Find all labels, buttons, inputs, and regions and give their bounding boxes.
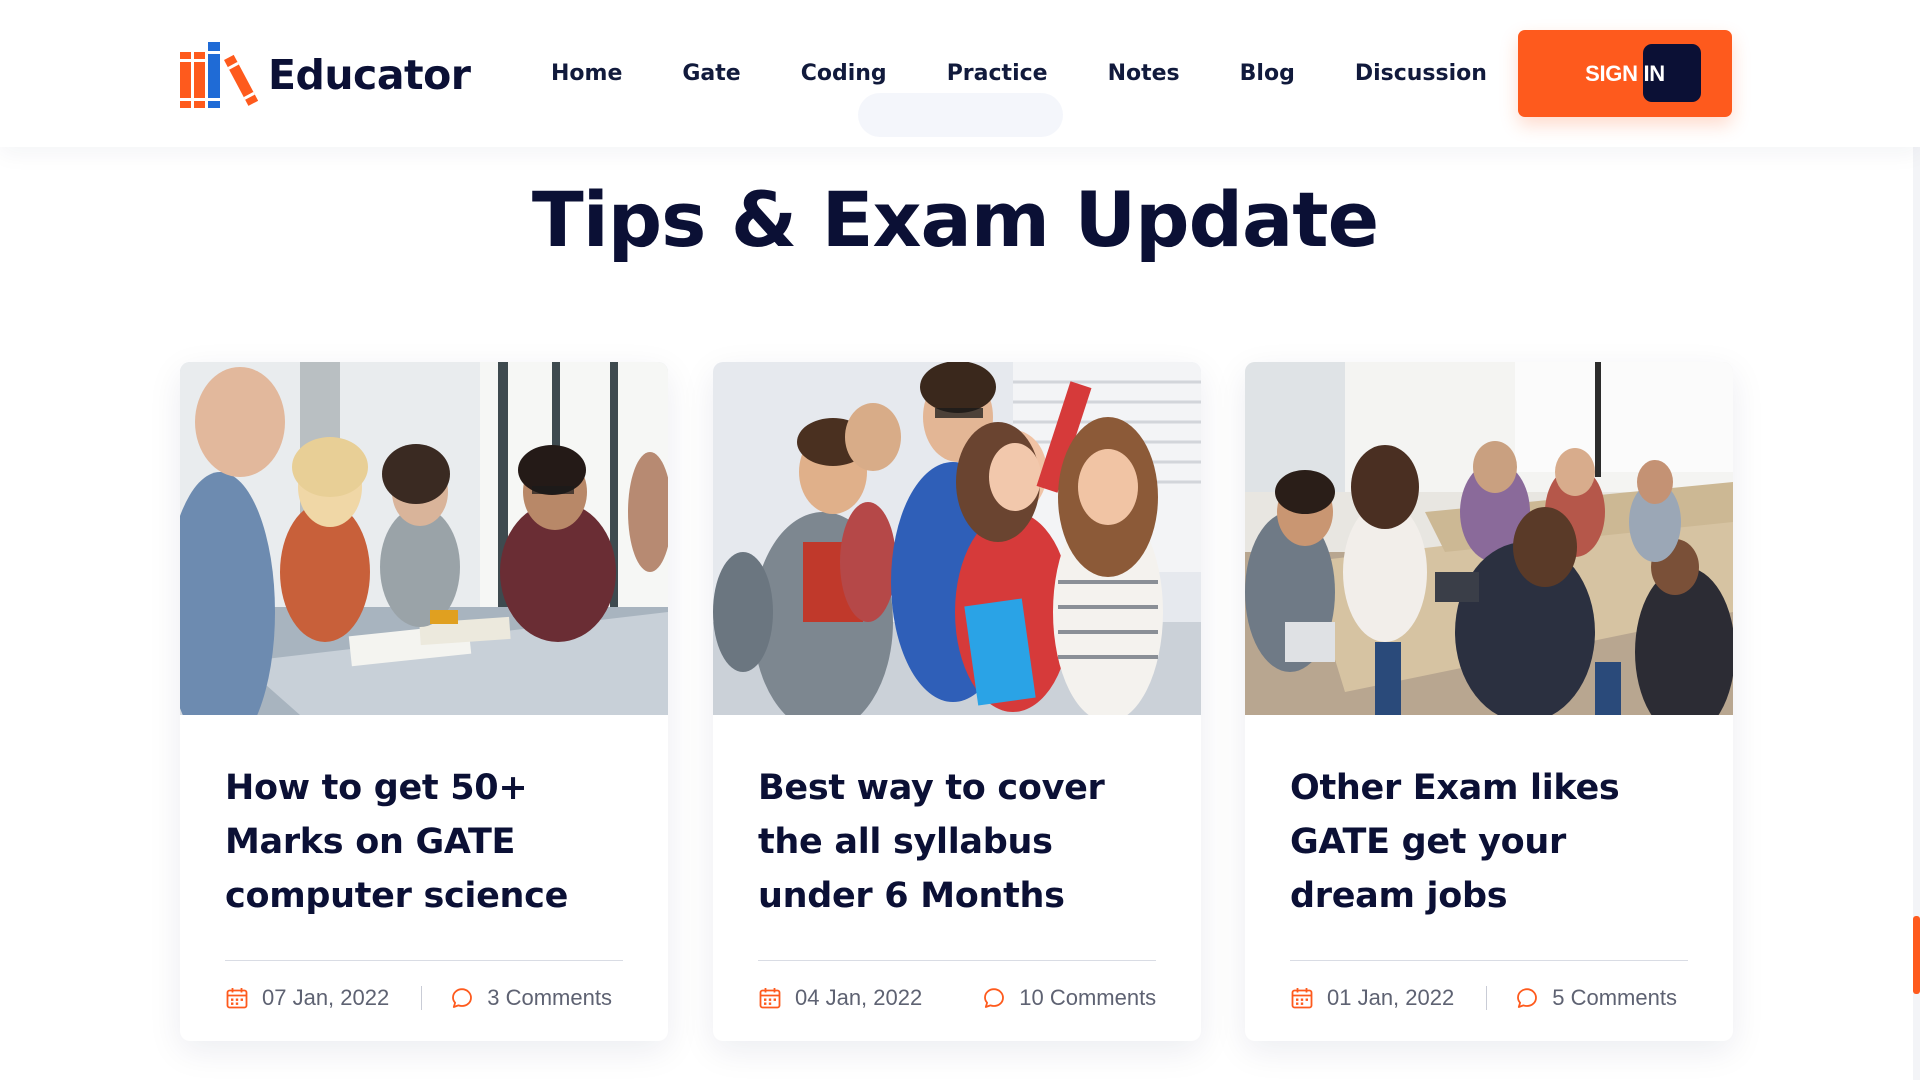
classroom-photo [1245,362,1733,715]
meta-separator [421,986,423,1010]
card-title[interactable]: Best way to cover the all syllabus under… [758,761,1168,923]
comments-link[interactable]: 5 Comments [1515,985,1677,1011]
blog-card[interactable]: Other Exam likes GATE get your dream job… [1245,362,1733,1041]
post-date: 01 Jan, 2022 [1327,985,1455,1010]
nav-coding[interactable]: Coding [801,56,887,92]
students-library-photo [180,362,668,715]
blog-card[interactable]: Best way to cover the all syllabus under… [713,362,1201,1041]
brand-name: Educator [268,51,471,99]
post-date: 07 Jan, 2022 [262,985,390,1010]
nav-home[interactable]: Home [551,56,622,92]
comment-bubble-icon [1517,988,1538,1008]
calendar-icon [226,988,248,1009]
sign-in-button[interactable]: SIGN IN [1518,30,1732,117]
card-meta: 04 Jan, 2022 10 Comments [758,980,1156,1016]
nav-blog[interactable]: Blog [1240,56,1295,92]
nav-gate[interactable]: Gate [682,56,740,92]
site-header: Educator Home Gate Coding Practice Notes… [0,0,1920,147]
books-logo-icon [180,42,258,108]
calendar-icon [1291,988,1313,1009]
post-date: 04 Jan, 2022 [795,985,923,1010]
card-image-students-library[interactable] [180,362,668,715]
nav-discussion[interactable]: Discussion [1355,56,1487,92]
happy-students-photo [713,362,1201,715]
card-meta: 07 Jan, 2022 3 Comments [225,980,623,1016]
comment-bubble-icon [984,988,1005,1008]
card-divider [225,960,623,961]
card-image-happy-students[interactable] [713,362,1201,715]
calendar-icon [759,988,781,1009]
card-image-classroom[interactable] [1245,362,1733,715]
main-nav: Home Gate Coding Practice Notes Blog Dis… [551,56,1547,92]
card-divider [1290,960,1688,961]
card-divider [758,960,1156,961]
card-meta: 01 Jan, 2022 5 Comments [1290,980,1688,1016]
card-title[interactable]: How to get 50+ Marks on GATE computer sc… [225,761,635,923]
comment-count: 3 Comments [487,985,612,1010]
comment-count: 5 Comments [1552,985,1677,1010]
section-title: Tips & Exam Update [531,175,1379,264]
nav-notes[interactable]: Notes [1108,56,1180,92]
brand-logo[interactable]: Educator [178,40,471,110]
comment-bubble-icon [452,988,473,1008]
sign-in-label: SIGN IN [1585,61,1665,86]
comment-count: 10 Comments [1019,985,1157,1010]
nav-hover-highlight [858,93,1063,137]
card-title[interactable]: Other Exam likes GATE get your dream job… [1290,761,1700,923]
comments-link[interactable]: 10 Comments [982,985,1156,1011]
meta-separator [1486,986,1488,1010]
blog-card[interactable]: How to get 50+ Marks on GATE computer sc… [180,362,668,1041]
scrollbar-thumb[interactable] [1913,916,1920,994]
nav-practice[interactable]: Practice [947,56,1048,92]
comments-link[interactable]: 3 Comments [450,985,612,1011]
